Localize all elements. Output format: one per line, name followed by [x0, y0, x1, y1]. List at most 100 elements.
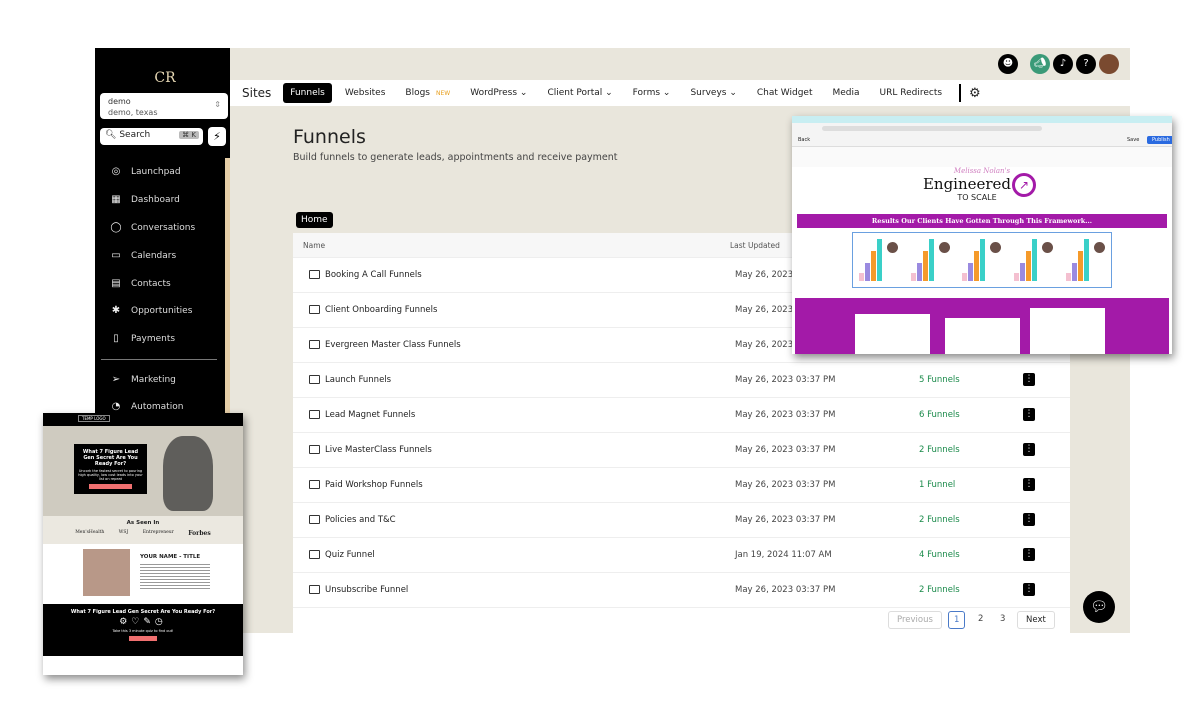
- header-name[interactable]: Name: [303, 241, 325, 250]
- page-3-button[interactable]: 3: [992, 611, 1013, 627]
- sidebar-item-contacts[interactable]: ▤ Contacts: [110, 278, 171, 289]
- chevron-down-icon: ⌄: [729, 88, 737, 98]
- location-detail: demo, texas: [108, 108, 158, 117]
- more-options-icon[interactable]: ⋮: [1023, 443, 1035, 456]
- contacts-icon: ▤: [111, 278, 121, 289]
- funnel-count[interactable]: 6 Funnels: [919, 410, 960, 420]
- quick-action-bolt-icon[interactable]: ⚡︎: [208, 127, 226, 146]
- press-logo: Entrepreneur: [142, 530, 174, 535]
- results-charts: [852, 232, 1112, 288]
- bar: [865, 263, 871, 281]
- sidebar-item-opportunities[interactable]: ✱ Opportunities: [110, 305, 193, 316]
- more-options-icon[interactable]: ⋮: [1023, 513, 1035, 526]
- tab-media[interactable]: Media: [825, 83, 866, 103]
- sidebar-item-marketing[interactable]: ➢ Marketing: [110, 374, 176, 385]
- mini-bar-chart: [859, 239, 899, 281]
- tab-surveys[interactable]: Surveys ⌄: [683, 83, 743, 103]
- tab-client-portal[interactable]: Client Portal ⌄: [540, 83, 619, 103]
- sites-nav: Sites Funnels Websites Blogs NEW WordPres…: [230, 80, 1130, 106]
- page-2-button[interactable]: 2: [970, 611, 991, 627]
- sidebar-item-calendars[interactable]: ▭ Calendars: [110, 250, 176, 261]
- bar: [974, 251, 980, 281]
- table-row[interactable]: Lead Magnet Funnels May 26, 2023 03:37 PM…: [293, 398, 1070, 433]
- table-row[interactable]: Unsubscribe Funnel May 26, 2023 03:37 PM 2…: [293, 573, 1070, 608]
- folder-name[interactable]: Unsubscribe Funnel: [325, 585, 408, 595]
- more-options-icon[interactable]: ⋮: [1023, 548, 1035, 561]
- more-options-icon[interactable]: ⋮: [1023, 373, 1035, 386]
- folder-name[interactable]: Client Onboarding Funnels: [325, 305, 437, 315]
- chat-widget-icon[interactable]: 💬︎: [1083, 591, 1115, 623]
- tab-forms[interactable]: Forms ⌄: [626, 83, 678, 103]
- page-1-button[interactable]: 1: [948, 611, 966, 629]
- location-switcher[interactable]: demo demo, texas ⇕: [100, 93, 228, 119]
- tab-chat-widget[interactable]: Chat Widget: [750, 83, 820, 103]
- logo[interactable]: CR: [143, 58, 187, 86]
- bar: [910, 273, 916, 281]
- table-row[interactable]: Policies and T&C May 26, 2023 03:37 PM 2 F…: [293, 503, 1070, 538]
- next-button[interactable]: Next: [1017, 611, 1055, 629]
- page-title: Funnels: [293, 126, 366, 148]
- label: Client Portal: [547, 88, 603, 98]
- funnel-count[interactable]: 5 Funnels: [919, 375, 960, 385]
- folder-name[interactable]: Evergreen Master Class Funnels: [325, 340, 461, 350]
- funnel-count[interactable]: 2 Funnels: [919, 445, 960, 455]
- folder-name[interactable]: Launch Funnels: [325, 375, 391, 385]
- tab-wordpress[interactable]: WordPress ⌄: [463, 83, 534, 103]
- bar: [859, 273, 865, 281]
- label: Calendars: [131, 250, 177, 261]
- funnel-count[interactable]: 1 Funnel: [919, 480, 955, 490]
- megaphone-icon[interactable]: 📣︎: [1030, 54, 1050, 74]
- folder-name[interactable]: Live MasterClass Funnels: [325, 445, 432, 455]
- more-options-icon[interactable]: ⋮: [1023, 408, 1035, 421]
- sidebar-item-dashboard[interactable]: ▦ Dashboard: [110, 194, 180, 205]
- sidebar-item-conversations[interactable]: ◯ Conversations: [110, 222, 195, 233]
- label: Contacts: [131, 278, 171, 289]
- folder-name[interactable]: Policies and T&C: [325, 515, 396, 525]
- table-row[interactable]: Quiz Funnel Jan 19, 2024 11:07 AM 4 Funnel…: [293, 538, 1070, 573]
- tab-funnels[interactable]: Funnels: [283, 83, 332, 103]
- folder-name[interactable]: Quiz Funnel: [325, 550, 375, 560]
- tab-websites[interactable]: Websites: [338, 83, 393, 103]
- funnel-count[interactable]: 2 Funnels: [919, 515, 960, 525]
- funnel-count[interactable]: 4 Funnels: [919, 550, 960, 560]
- mini-bar-chart: [962, 239, 1002, 281]
- table-row[interactable]: Paid Workshop Funnels May 26, 2023 03:37 …: [293, 468, 1070, 503]
- avatar: [887, 242, 899, 253]
- sidebar-item-launchpad[interactable]: ◎ Launchpad: [110, 166, 181, 177]
- divider: [101, 359, 217, 360]
- folder-name[interactable]: Booking A Call Funnels: [325, 270, 422, 280]
- browser-toolbar: Publish Save Back: [792, 123, 1172, 147]
- help-icon[interactable]: ?: [1076, 54, 1096, 74]
- avatar[interactable]: [1099, 54, 1119, 74]
- sidebar-item-payments[interactable]: ▯ Payments: [110, 333, 175, 344]
- publish-button: Publish: [1147, 136, 1172, 144]
- bar: [1026, 251, 1032, 281]
- folder-icon: [309, 550, 320, 559]
- gear-icon[interactable]: ⚙: [969, 86, 981, 101]
- tab-url-redirects[interactable]: URL Redirects: [873, 83, 950, 103]
- last-updated: May 26, 2023 03:37 PM: [735, 375, 836, 385]
- page-subtitle: Build funnels to generate leads, appoint…: [293, 152, 618, 163]
- breadcrumb-home[interactable]: Home: [296, 212, 333, 228]
- table-row[interactable]: Live MasterClass Funnels May 26, 2023 03:…: [293, 433, 1070, 468]
- bot-icon[interactable]: ☻: [998, 54, 1018, 74]
- header-last-updated[interactable]: Last Updated: [730, 241, 780, 250]
- previous-button[interactable]: Previous: [888, 611, 942, 629]
- rocket-icon: ◎: [111, 166, 121, 177]
- sidebar-item-automation[interactable]: ◔ Automation: [110, 401, 184, 412]
- chevron-down-icon: ⌄: [605, 88, 613, 98]
- folder-icon: [309, 305, 320, 314]
- lp-cta-title: What 7 Figure Lead Gen Secret Are You Re…: [70, 609, 216, 615]
- table-row[interactable]: Launch Funnels May 26, 2023 03:37 PM 5 Fun…: [293, 363, 1070, 398]
- more-options-icon[interactable]: ⋮: [1023, 478, 1035, 491]
- folder-name[interactable]: Lead Magnet Funnels: [325, 410, 415, 420]
- funnel-count[interactable]: 2 Funnels: [919, 585, 960, 595]
- search-button[interactable]: 🔍︎ Search ⌘ K: [100, 128, 203, 145]
- bell-icon[interactable]: ♪: [1053, 54, 1073, 74]
- lp-about: YOUR NAME - TITLE: [43, 544, 243, 604]
- more-options-icon[interactable]: ⋮: [1023, 583, 1035, 596]
- folder-name[interactable]: Paid Workshop Funnels: [325, 480, 423, 490]
- section-title: Sites: [242, 86, 272, 100]
- tab-blogs[interactable]: Blogs NEW: [398, 83, 457, 103]
- label: Blogs: [405, 88, 430, 98]
